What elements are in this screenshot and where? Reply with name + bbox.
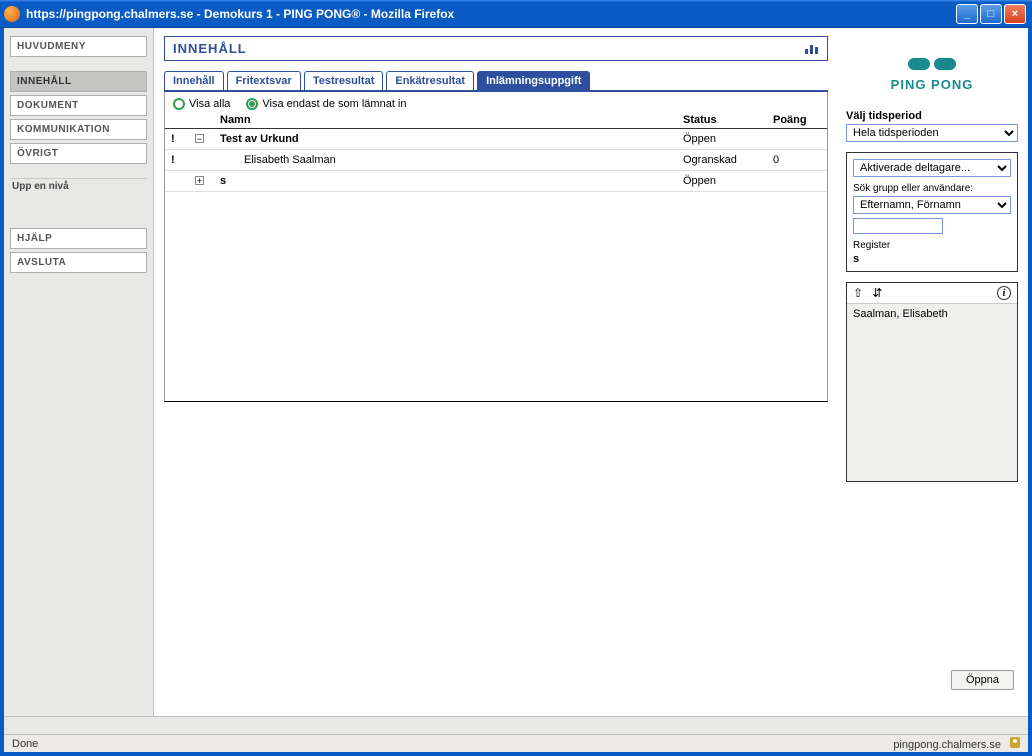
period-label: Välj tidsperiod <box>846 110 1018 122</box>
sort-select[interactable]: Efternamn, Förnamn <box>853 196 1011 214</box>
row-points <box>767 129 827 150</box>
sidebar-item-övrigt[interactable]: ÖVRIGT <box>10 143 147 164</box>
radio-show-submitted[interactable]: Visa endast de som lämnat in <box>246 98 406 110</box>
status-bar: Done pingpong.chalmers.se <box>4 734 1028 752</box>
sidebar-item-innehåll[interactable]: INNEHÅLL <box>10 71 147 92</box>
search-label: Sök grupp eller användare: <box>853 183 1011 194</box>
table-row[interactable]: !− Test av UrkundÖppen <box>165 129 827 150</box>
status-left: Done <box>12 738 38 750</box>
list-item[interactable]: Saalman, Elisabeth <box>853 308 1011 320</box>
sort-arrows-icon[interactable]: ⇧ ⇵ <box>853 286 885 300</box>
tab-enkätresultat[interactable]: Enkätresultat <box>386 71 474 90</box>
open-button[interactable]: Öppna <box>951 670 1014 690</box>
maximize-button[interactable]: □ <box>980 4 1002 24</box>
tree-toggle-icon[interactable]: − <box>195 134 204 143</box>
status-domain: pingpong.chalmers.se <box>893 739 1001 751</box>
col-status: Status <box>677 112 767 129</box>
brand-name: PING PONG <box>846 77 1018 92</box>
brand-logo: PING PONG <box>846 58 1018 92</box>
period-select[interactable]: Hela tidsperioden <box>846 124 1018 142</box>
register-label: Register <box>853 240 1011 251</box>
table-row[interactable]: ! Elisabeth SaalmanOgranskad0 <box>165 150 827 171</box>
row-status: Ogranskad <box>677 150 767 171</box>
info-icon[interactable]: i <box>997 286 1011 300</box>
page-title: INNEHÅLL <box>164 36 828 61</box>
user-list-panel: ⇧ ⇵ i Saalman, Elisabeth <box>846 282 1018 482</box>
row-status: Öppen <box>677 129 767 150</box>
close-button[interactable]: × <box>1004 4 1026 24</box>
sidebar-help[interactable]: HJÄLP <box>10 228 147 249</box>
sidebar-item-dokument[interactable]: DOKUMENT <box>10 95 147 116</box>
participants-select[interactable]: Aktiverade deltagare... <box>853 159 1011 177</box>
sidebar-item-kommunikation[interactable]: KOMMUNIKATION <box>10 119 147 140</box>
minimize-button[interactable]: _ <box>956 4 978 24</box>
tab-bar: InnehållFritextsvarTestresultatEnkätresu… <box>164 71 828 92</box>
row-name: Test av Urkund <box>214 129 677 150</box>
row-name: Elisabeth Saalman <box>214 150 677 171</box>
row-points: 0 <box>767 150 827 171</box>
tab-inlämningsuppgift[interactable]: Inlämningsuppgift <box>477 71 590 90</box>
radio-show-submitted-label: Visa endast de som lämnat in <box>262 98 406 110</box>
tab-innehåll[interactable]: Innehåll <box>164 71 224 90</box>
radio-show-all[interactable]: Visa alla <box>173 98 230 110</box>
radio-show-all-label: Visa alla <box>189 98 230 110</box>
row-status: Öppen <box>677 171 767 192</box>
col-name: Namn <box>214 112 677 129</box>
row-name: s <box>214 171 677 192</box>
sidebar: HUVUDMENY INNEHÅLL DOKUMENT KOMMUNIKATION Ö… <box>4 28 154 716</box>
sidebar-uplevel[interactable]: Upp en nivå <box>10 178 147 192</box>
row-marker: ! <box>165 150 189 171</box>
sidebar-mainmenu[interactable]: HUVUDMENY <box>10 36 147 57</box>
register-letter[interactable]: s <box>853 253 1011 265</box>
search-input[interactable] <box>853 218 943 234</box>
tab-fritextsvar[interactable]: Fritextsvar <box>227 71 301 90</box>
row-marker <box>165 171 189 192</box>
window-title: https://pingpong.chalmers.se - Demokurs … <box>26 7 956 21</box>
window-titlebar: https://pingpong.chalmers.se - Demokurs … <box>0 0 1032 28</box>
lock-icon <box>1010 737 1020 748</box>
page-title-text: INNEHÅLL <box>173 41 247 56</box>
chart-icon[interactable] <box>805 44 819 54</box>
filter-panel: Aktiverade deltagare... Sök grupp eller … <box>846 152 1018 272</box>
sidebar-quit[interactable]: AVSLUTA <box>10 252 147 273</box>
row-points <box>767 171 827 192</box>
row-marker: ! <box>165 129 189 150</box>
table-row[interactable]: + sÖppen <box>165 171 827 192</box>
tab-testresultat[interactable]: Testresultat <box>304 71 384 90</box>
firefox-icon <box>4 6 20 22</box>
tree-toggle-icon[interactable]: + <box>195 176 204 185</box>
col-points: Poäng <box>767 112 827 129</box>
